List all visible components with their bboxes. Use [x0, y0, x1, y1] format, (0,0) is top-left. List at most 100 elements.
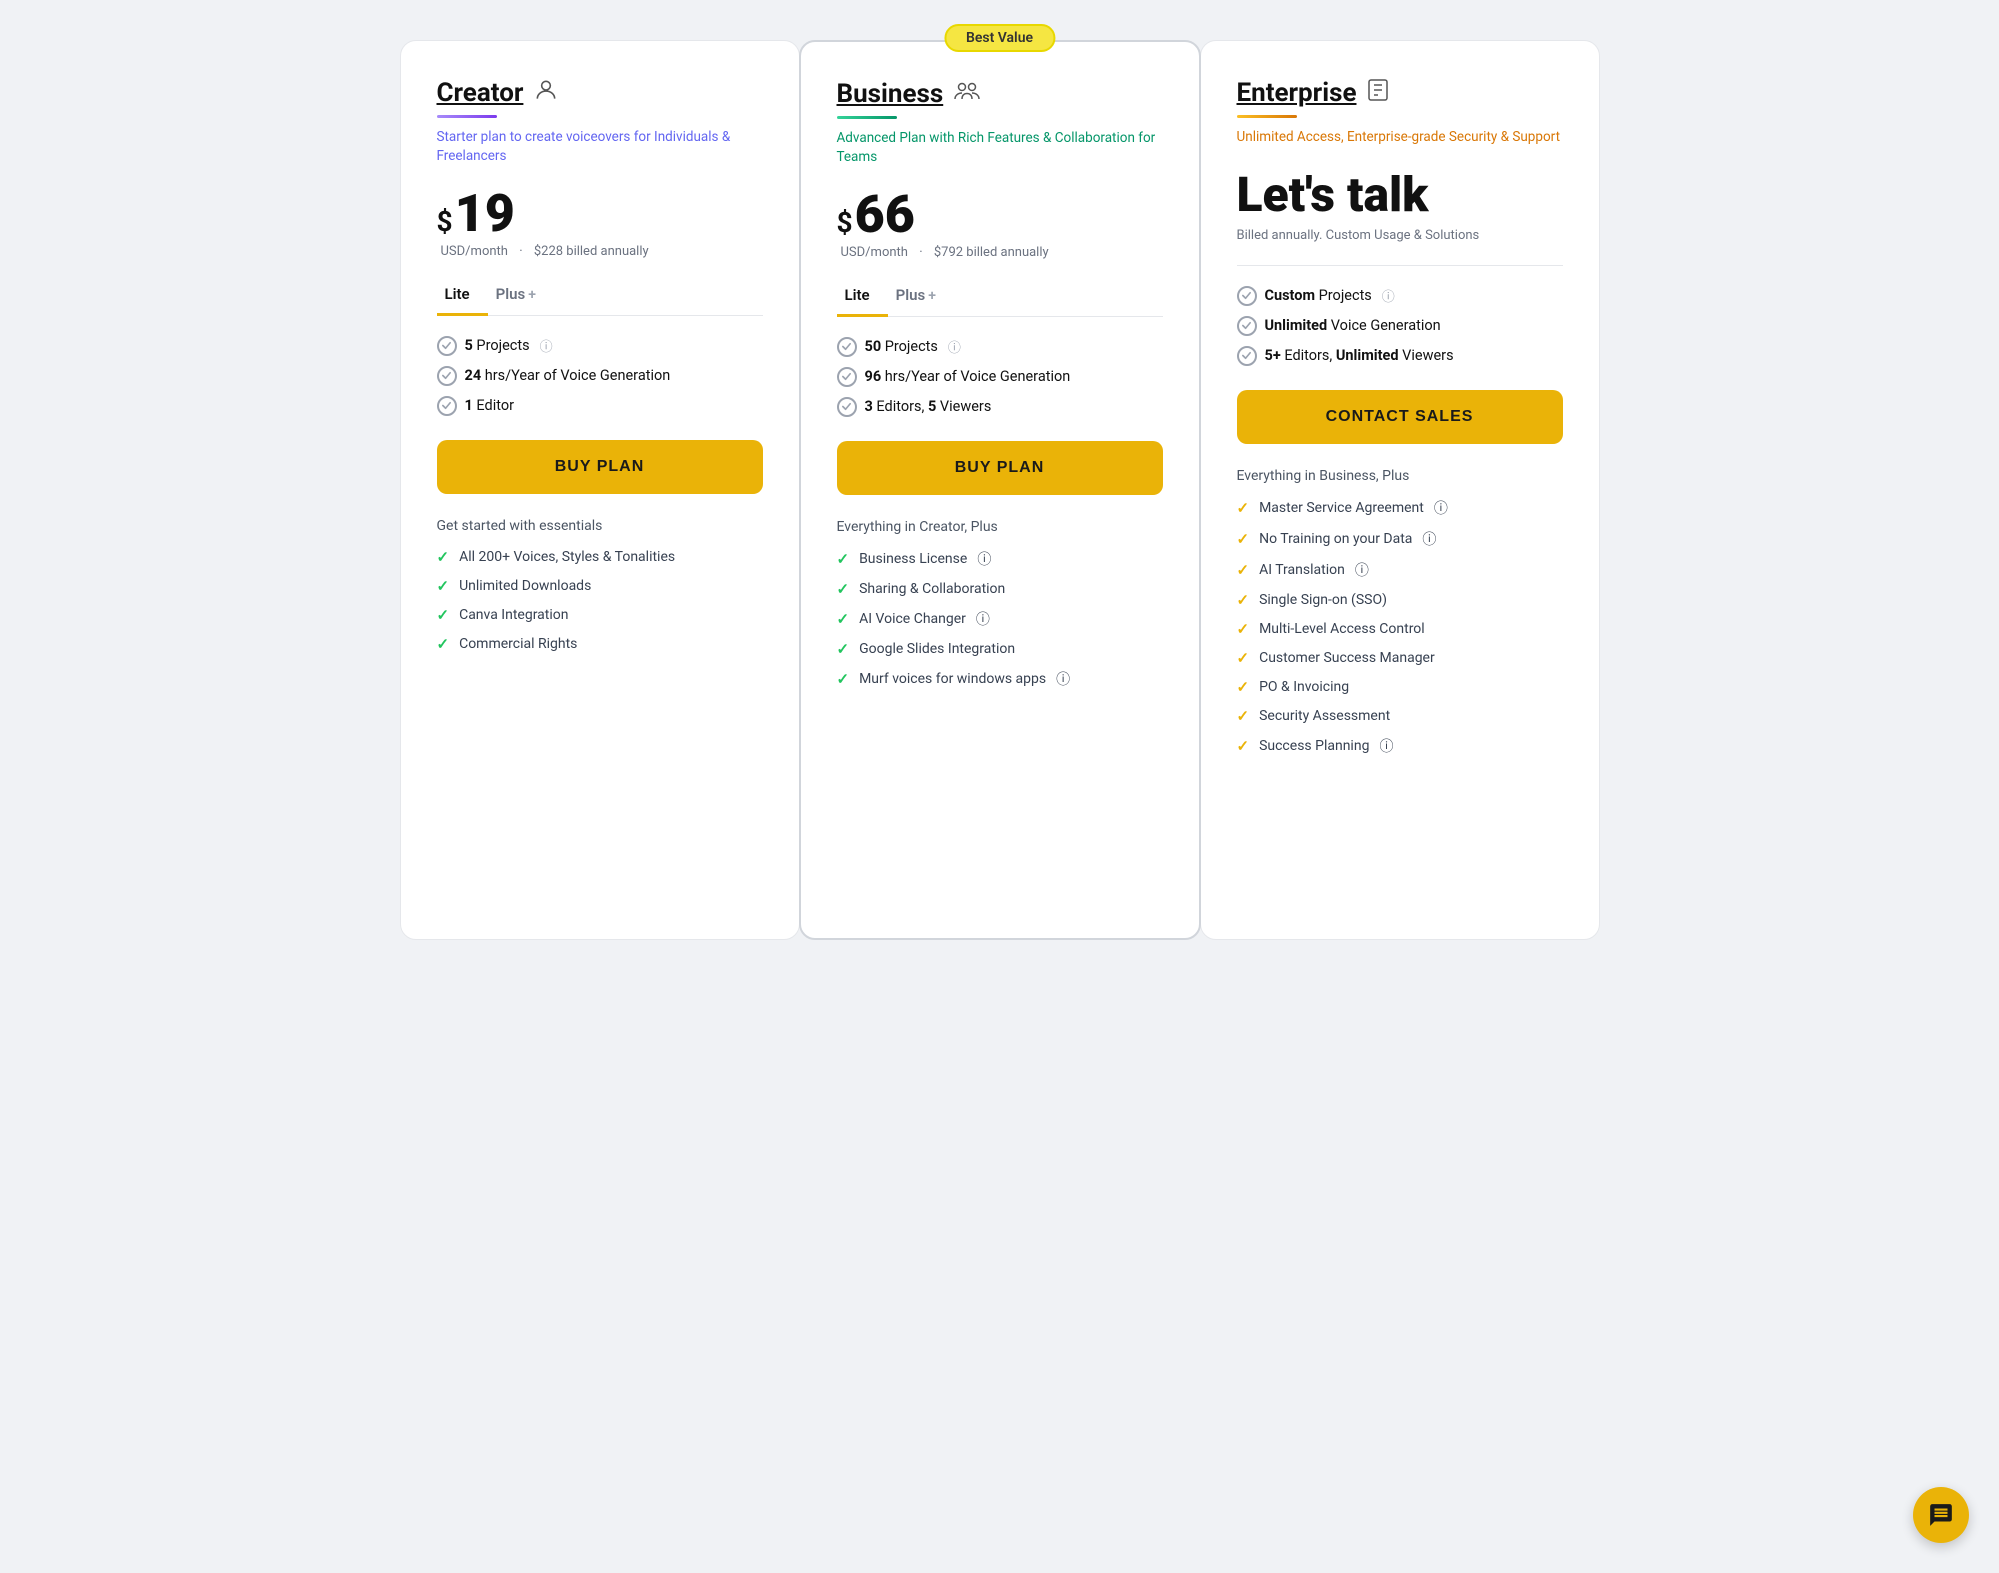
business-buy-button[interactable]: BUY PLAN: [837, 441, 1163, 495]
info-icon[interactable]: ⓘ: [540, 336, 553, 355]
check-icon: ✓: [437, 635, 450, 653]
info-icon[interactable]: ⓘ: [1422, 529, 1436, 549]
check-icon: ✓: [1237, 737, 1250, 755]
check-icon: ✓: [837, 580, 850, 598]
chat-bubble-button[interactable]: [1913, 1487, 1969, 1543]
business-price-meta: USD/month · $792 billed annually: [837, 245, 1163, 260]
check-icon: ✓: [837, 550, 850, 568]
list-item: ✓ All 200+ Voices, Styles & Tonalities: [437, 548, 763, 566]
list-item: ✓ Customer Success Manager: [1237, 649, 1563, 667]
list-item: ✓ Google Slides Integration: [837, 640, 1163, 658]
check-icon: ✓: [1237, 530, 1250, 548]
creator-tab-lite[interactable]: Lite: [437, 277, 488, 316]
business-dollar: $: [837, 206, 853, 239]
info-icon[interactable]: ⓘ: [948, 337, 961, 356]
creator-dollar: $: [437, 205, 453, 238]
list-item: ✓ Sharing & Collaboration: [837, 580, 1163, 598]
creator-tabs: Lite Plus+: [437, 277, 763, 316]
contact-sales-button[interactable]: CONTACT SALES: [1237, 390, 1563, 444]
business-tabs: Lite Plus+: [837, 278, 1163, 317]
divider: [1237, 265, 1563, 266]
check-circle-icon: [1237, 316, 1257, 336]
check-icon: ✓: [837, 610, 850, 628]
creator-buy-button[interactable]: BUY PLAN: [437, 440, 763, 494]
check-circle-icon: [437, 396, 457, 416]
list-item: ✓ Unlimited Downloads: [437, 577, 763, 595]
list-item: ✓ Canva Integration: [437, 606, 763, 624]
business-features-list: 50 Projects ⓘ 96 hrs/Year of Voice Gener…: [837, 337, 1163, 417]
pricing-container: Creator Starter plan to create voiceover…: [400, 40, 1600, 940]
list-item: ✓ Master Service Agreement ⓘ: [1237, 498, 1563, 518]
list-item: ✓ No Training on your Data ⓘ: [1237, 529, 1563, 549]
creator-price-row: $ 19: [437, 188, 763, 240]
creator-plan-name: Creator: [437, 78, 524, 108]
enterprise-header: Enterprise: [1237, 77, 1563, 109]
check-icon: ✓: [1237, 561, 1250, 579]
creator-feature-editor: 1 Editor: [437, 396, 763, 416]
check-circle-icon: [437, 336, 457, 356]
creator-header: Creator: [437, 77, 763, 109]
creator-subtitle: Starter plan to create voiceovers for In…: [437, 128, 763, 166]
info-icon[interactable]: ⓘ: [1056, 669, 1070, 689]
check-icon: ✓: [837, 640, 850, 658]
list-item: ✓ Business License ⓘ: [837, 549, 1163, 569]
info-icon[interactable]: ⓘ: [976, 609, 990, 629]
business-extras-list: ✓ Business License ⓘ ✓ Sharing & Collabo…: [837, 549, 1163, 689]
list-item: ✓ Success Planning ⓘ: [1237, 736, 1563, 756]
info-icon[interactable]: ⓘ: [977, 549, 991, 569]
check-circle-icon: [437, 366, 457, 386]
business-card: Best Value Business Advanced Plan with R…: [799, 40, 1201, 940]
check-icon: ✓: [1237, 649, 1250, 667]
list-item: ✓ AI Translation ⓘ: [1237, 560, 1563, 580]
list-item: ✓ AI Voice Changer ⓘ: [837, 609, 1163, 629]
business-plan-name: Business: [837, 79, 944, 109]
business-feature-projects: 50 Projects ⓘ: [837, 337, 1163, 357]
info-icon[interactable]: ⓘ: [1434, 498, 1448, 518]
best-value-badge: Best Value: [944, 24, 1055, 52]
check-icon: ✓: [437, 606, 450, 624]
creator-price: 19: [455, 188, 515, 240]
enterprise-feature-projects: Custom Projects ⓘ: [1237, 286, 1563, 306]
business-extras-title: Everything in Creator, Plus: [837, 519, 1163, 535]
check-icon: ✓: [1237, 591, 1250, 609]
creator-feature-voice: 24 hrs/Year of Voice Generation: [437, 366, 763, 386]
enterprise-underline: [1237, 115, 1297, 118]
business-tab-plus[interactable]: Plus+: [888, 278, 954, 316]
business-tab-lite[interactable]: Lite: [837, 278, 888, 317]
check-icon: ✓: [437, 548, 450, 566]
list-item: ✓ Security Assessment: [1237, 707, 1563, 725]
enterprise-extras-list: ✓ Master Service Agreement ⓘ ✓ No Traini…: [1237, 498, 1563, 756]
list-item: ✓ PO & Invoicing: [1237, 678, 1563, 696]
enterprise-feature-editors: 5+ Editors, Unlimited Viewers: [1237, 346, 1563, 366]
info-icon[interactable]: ⓘ: [1379, 736, 1393, 756]
list-item: ✓ Commercial Rights: [437, 635, 763, 653]
check-icon: ✓: [1237, 499, 1250, 517]
creator-tab-plus[interactable]: Plus+: [488, 277, 554, 315]
creator-price-meta: USD/month · $228 billed annually: [437, 244, 763, 259]
check-circle-icon: [837, 367, 857, 387]
creator-features-list: 5 Projects ⓘ 24 hrs/Year of Voice Genera…: [437, 336, 763, 416]
info-icon[interactable]: ⓘ: [1355, 560, 1369, 580]
enterprise-lets-talk: Let's talk: [1237, 169, 1563, 222]
creator-card: Creator Starter plan to create voiceover…: [400, 40, 800, 940]
enterprise-plan-name: Enterprise: [1237, 78, 1357, 108]
enterprise-icon: [1366, 77, 1390, 109]
list-item: ✓ Multi-Level Access Control: [1237, 620, 1563, 638]
creator-icon: [533, 77, 559, 109]
business-icon: [953, 78, 981, 110]
check-icon: ✓: [837, 670, 850, 688]
check-icon: ✓: [437, 577, 450, 595]
business-subtitle: Advanced Plan with Rich Features & Colla…: [837, 129, 1163, 167]
check-icon: ✓: [1237, 707, 1250, 725]
creator-extras-title: Get started with essentials: [437, 518, 763, 534]
info-icon[interactable]: ⓘ: [1382, 286, 1395, 305]
enterprise-extras-title: Everything in Business, Plus: [1237, 468, 1563, 484]
enterprise-card: Enterprise Unlimited Access, Enterprise-…: [1200, 40, 1600, 940]
list-item: ✓ Murf voices for windows apps ⓘ: [837, 669, 1163, 689]
check-circle-icon: [1237, 286, 1257, 306]
creator-underline: [437, 115, 497, 118]
check-circle-icon: [1237, 346, 1257, 366]
creator-feature-projects: 5 Projects ⓘ: [437, 336, 763, 356]
business-feature-editors: 3 Editors, 5 Viewers: [837, 397, 1163, 417]
business-price-row: $ 66: [837, 189, 1163, 241]
